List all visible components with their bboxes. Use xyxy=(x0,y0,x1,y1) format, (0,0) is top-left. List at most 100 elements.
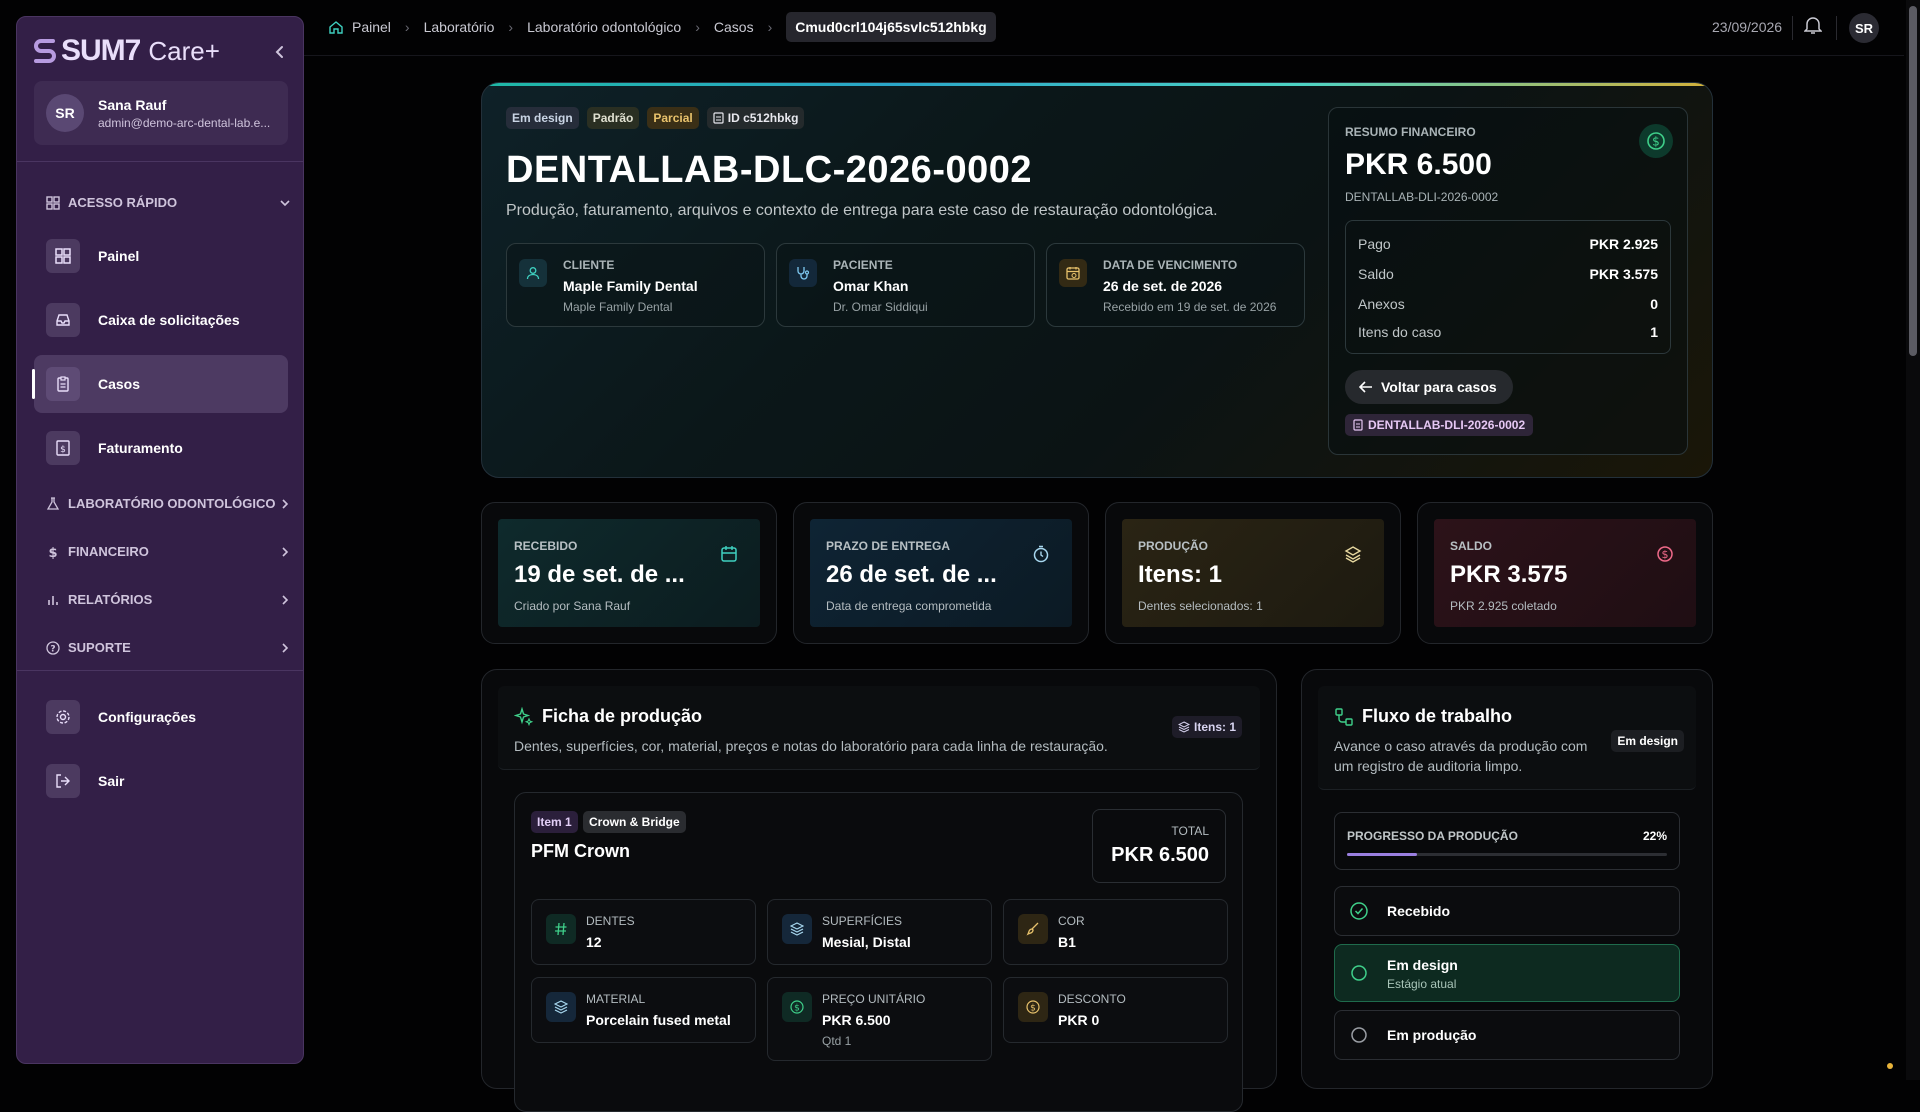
attr-shade: COR B1 xyxy=(1003,899,1228,965)
avatar: SR xyxy=(46,94,84,132)
user-menu-avatar[interactable]: SR xyxy=(1849,13,1879,43)
sidebar-item-label: Faturamento xyxy=(98,440,183,456)
progress-percent: 22% xyxy=(1642,829,1667,843)
svg-text:$: $ xyxy=(1652,135,1660,149)
user-card[interactable]: SR Sana Rauf admin@demo-arc-dental-lab.e… xyxy=(34,81,288,145)
card-label: PACIENTE xyxy=(833,258,893,272)
attr-label: PREÇO UNITÁRIO xyxy=(822,992,926,1006)
panel-header: Ficha de produção Dentes, superfícies, c… xyxy=(498,686,1260,770)
status-badge: Em design xyxy=(506,107,579,129)
collapse-sidebar-button[interactable] xyxy=(265,37,295,67)
invoice-link-label: DENTALLAB-DLI-2026-0002 xyxy=(1368,418,1526,432)
layers-icon xyxy=(782,914,812,944)
stage-in-production[interactable]: Em produção xyxy=(1334,1010,1680,1060)
layers-icon xyxy=(546,992,576,1022)
stat-sub: Criado por Sana Rauf xyxy=(514,599,631,613)
accent-line xyxy=(482,83,1712,86)
breadcrumb-laboratorio-odontologico[interactable]: Laboratório odontológico xyxy=(527,19,681,35)
section-label: ACESSO RÁPIDO xyxy=(68,195,178,210)
logo-text: SUM7 xyxy=(61,34,141,67)
panel-header: Fluxo de trabalho Avance o caso através … xyxy=(1318,686,1696,790)
card-label: CLIENTE xyxy=(563,258,615,272)
progress-label: PROGRESSO DA PRODUÇÃO xyxy=(1347,829,1518,843)
notifications-button[interactable] xyxy=(1804,15,1822,35)
breadcrumb-casos[interactable]: Casos xyxy=(714,19,754,35)
breadcrumb-laboratorio[interactable]: Laboratório xyxy=(424,19,495,35)
attr-discount: $ DESCONTO PKR 0 xyxy=(1003,977,1228,1043)
patient-card: PACIENTE Omar Khan Dr. Omar Siddiqui xyxy=(776,243,1035,327)
sidebar-item-faturamento[interactable]: $ Faturamento xyxy=(34,419,288,477)
section-financeiro[interactable]: $ FINANCEIRO xyxy=(46,544,291,559)
sidebar-item-sair[interactable]: Sair xyxy=(34,752,288,810)
sidebar-item-painel[interactable]: Painel xyxy=(34,227,288,285)
item-name: PFM Crown xyxy=(531,841,630,861)
sidebar-item-caixa[interactable]: Caixa de solicitações xyxy=(34,291,288,349)
chevron-left-icon xyxy=(275,46,283,58)
section-relatorios[interactable]: RELATÓRIOS xyxy=(46,592,291,607)
stat-label: SALDO xyxy=(1450,539,1492,553)
stage-received[interactable]: Recebido xyxy=(1334,886,1680,936)
id-badge: ID c512hbkg xyxy=(706,107,805,129)
attr-unit-price: $ PREÇO UNITÁRIO PKR 6.500 Qtd 1 xyxy=(767,977,992,1061)
svg-text:$: $ xyxy=(794,1004,800,1014)
attr-label: SUPERFÍCIES xyxy=(822,914,903,928)
brand-logo[interactable]: SUM7 Care+ xyxy=(33,31,220,71)
stat-label: PRODUÇÃO xyxy=(1138,539,1209,553)
sidebar-item-casos[interactable]: Casos xyxy=(32,355,288,413)
invoice-link[interactable]: DENTALLAB-DLI-2026-0002 xyxy=(1345,414,1534,436)
production-item-card: Item 1 Crown & Bridge PFM Crown TOTAL PK… xyxy=(514,792,1243,1112)
divider xyxy=(17,161,303,162)
items-count-badge: Itens: 1 xyxy=(1171,716,1242,738)
section-suporte[interactable]: ? SUPORTE xyxy=(46,640,291,655)
section-quick-access[interactable]: ACESSO RÁPIDO xyxy=(46,195,291,210)
calendar-icon xyxy=(716,541,742,567)
hash-icon xyxy=(546,914,576,944)
section-laboratorio[interactable]: LABORATÓRIO ODONTOLÓGICO xyxy=(46,496,291,511)
section-label: LABORATÓRIO ODONTOLÓGICO xyxy=(68,496,276,511)
attr-value: 12 xyxy=(586,934,602,950)
row-key: Pago xyxy=(1358,236,1391,252)
flask-icon xyxy=(46,496,60,510)
stat-value: PKR 3.575 xyxy=(1450,561,1568,588)
client-card: CLIENTE Maple Family Dental Maple Family… xyxy=(506,243,765,327)
row-key: Anexos xyxy=(1358,296,1405,312)
stat-sub: Data de entrega comprometida xyxy=(826,599,992,613)
stat-panel: PRAZO DE ENTREGA 26 de set. de ... Data … xyxy=(810,519,1072,627)
chevron-right-icon xyxy=(282,642,289,653)
stat-value: Itens: 1 xyxy=(1138,561,1223,588)
financial-summary: RESUMO FINANCEIRO $ PKR 6.500 DENTALLAB-… xyxy=(1328,107,1688,455)
scrollbar-thumb[interactable] xyxy=(1909,6,1917,356)
production-progress: PROGRESSO DA PRODUÇÃO 22% xyxy=(1334,812,1680,870)
financial-summary-label: RESUMO FINANCEIRO xyxy=(1345,125,1476,139)
back-to-cases-button[interactable]: Voltar para casos xyxy=(1345,370,1513,404)
sidebar-item-configuracoes[interactable]: Configurações xyxy=(34,688,288,746)
logout-icon xyxy=(46,764,80,798)
svg-text:$: $ xyxy=(1030,1004,1036,1014)
grid-icon xyxy=(46,195,60,210)
dollar-circle-icon: $ xyxy=(1652,541,1678,567)
current-date: 23/09/2026 xyxy=(1712,19,1783,35)
button-label: Voltar para casos xyxy=(1381,379,1497,395)
help-circle-icon: ? xyxy=(46,640,60,655)
card-label: DATA DE VENCIMENTO xyxy=(1103,258,1238,272)
circle-icon xyxy=(1349,963,1369,983)
card-sub: Dr. Omar Siddiqui xyxy=(833,300,928,314)
attr-value: B1 xyxy=(1058,934,1076,950)
breadcrumb: Painel › Laboratório › Laboratório odont… xyxy=(328,12,996,42)
divider xyxy=(17,670,303,671)
sidebar: SUM7 Care+ SR Sana Rauf admin@demo-arc-d… xyxy=(16,16,304,1064)
breadcrumb-painel[interactable]: Painel xyxy=(352,19,391,35)
home-icon xyxy=(329,21,343,34)
attr-material: MATERIAL Porcelain fused metal xyxy=(531,977,756,1043)
case-tags: Em design Padrão Parcial ID c512hbkg xyxy=(506,107,805,129)
calendar-clock-icon xyxy=(1059,259,1087,287)
stage-in-design[interactable]: Em design Estágio atual xyxy=(1334,944,1680,1002)
circle-icon xyxy=(1349,1025,1369,1045)
fin-row-paid: Pago PKR 2.925 xyxy=(1358,236,1658,252)
card-value: Maple Family Dental xyxy=(563,278,698,294)
workflow-icon xyxy=(1335,707,1353,726)
chevron-right-icon xyxy=(282,546,289,557)
divider xyxy=(1792,16,1793,40)
brush-icon xyxy=(1018,914,1048,944)
svg-text:$: $ xyxy=(48,546,57,559)
